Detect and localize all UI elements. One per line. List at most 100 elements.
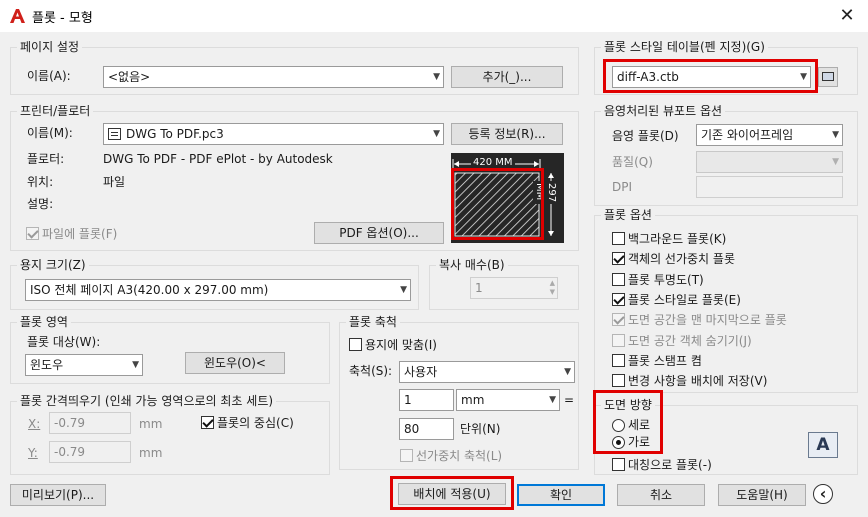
quality-select: ▼ (696, 151, 843, 173)
offset-y-input[interactable] (49, 441, 131, 463)
plot-what-label: 플롯 대상(W): (27, 335, 101, 349)
scale-value-input[interactable] (399, 389, 454, 411)
plot-scale-title: 플롯 축척 (346, 314, 400, 330)
shade-plot-label: 음영 플롯(D) (612, 129, 679, 143)
center-plot-label: 플롯의 중심(C) (217, 416, 294, 430)
chevron-down-icon: ▼ (564, 367, 571, 377)
title-bar (0, 0, 868, 32)
plotter-label: 플로터: (27, 152, 65, 166)
add-page-setup-button[interactable]: 추가(_)... (451, 66, 563, 88)
scale-select[interactable]: 사용자 ▼ (399, 361, 575, 383)
location-label: 위치: (27, 175, 54, 189)
page-setup-name-select[interactable]: <없음> ▼ (103, 66, 444, 88)
copies-title: 복사 매수(B) (436, 257, 508, 273)
preview-button[interactable]: 미리보기(P)... (10, 484, 106, 506)
fit-to-paper-checkbox[interactable] (349, 338, 362, 351)
center-plot-checkbox[interactable] (201, 416, 214, 429)
location-value: 파일 (103, 175, 126, 189)
plot-option-checkbox[interactable] (612, 272, 625, 286)
plot-option-checkbox[interactable] (612, 374, 625, 388)
page-setup-name-label: 이름(A): (27, 69, 71, 83)
plot-offset-title: 플롯 간격띄우기 (인쇄 가능 영역으로의 최초 세트) (17, 393, 277, 409)
offset-x-label: X: (28, 417, 41, 431)
plot-option-label: 도면 공간 객체 숨기기(J) (628, 333, 752, 348)
paper-preview: 420 MM 297 MM (451, 153, 564, 243)
printer-name-label: 이름(M): (27, 126, 73, 140)
fit-to-paper-label: 용지에 맞춤(I) (365, 338, 437, 352)
plot-style-table-title: 플롯 스타일 테이블(펜 지정)(G) (601, 39, 768, 55)
page-setup-title: 페이지 설정 (17, 39, 83, 55)
orientation-preview-icon: A (808, 432, 838, 458)
chevron-down-icon: ▼ (132, 360, 139, 370)
description-label: 설명: (27, 197, 54, 211)
portrait-radio[interactable] (612, 419, 625, 432)
collapse-options-icon[interactable]: ‹ (813, 484, 833, 504)
ok-button[interactable]: 확인 (517, 484, 605, 506)
shade-plot-select[interactable]: 기존 와이어프레임 ▼ (696, 124, 843, 146)
printer-name-select[interactable]: DWG To PDF.pc3 ▼ (103, 123, 444, 145)
scale-unit-select[interactable]: mm ▼ (456, 389, 560, 411)
scale-label: 축척(S): (349, 364, 393, 378)
printer-icon (108, 128, 121, 140)
quality-label: 품질(Q) (612, 155, 653, 169)
plot-option-label: 백그라운드 플롯(K) (628, 232, 727, 246)
scale-lineweights-checkbox (400, 449, 413, 462)
offset-x-input[interactable] (49, 412, 131, 434)
scale-units-label: 단위(N) (460, 422, 501, 436)
cancel-button[interactable]: 취소 (617, 484, 705, 506)
plotter-value: DWG To PDF - PDF ePlot - by Autodesk (103, 152, 333, 166)
plot-what-select[interactable]: 윈도우 ▼ (25, 354, 143, 376)
apply-to-layout-button[interactable]: 배치에 적용(U) (398, 483, 506, 505)
plot-style-edit-icon (822, 72, 834, 81)
help-button[interactable]: 도움말(H) (718, 484, 806, 506)
paper-size-select[interactable]: ISO 전체 페이지 A3(420.00 x 297.00 mm) ▼ (25, 279, 411, 301)
pdf-options-button[interactable]: PDF 옵션(O)... (314, 222, 444, 244)
offset-x-unit: mm (139, 417, 163, 431)
paper-width-label: 420 MM (471, 157, 515, 169)
scale-lineweights-label: 선가중치 축척(L) (416, 449, 503, 463)
printer-properties-button[interactable]: 등록 정보(R)... (451, 123, 563, 145)
offset-y-unit: mm (139, 446, 163, 460)
plot-option-label: 플롯 스타일로 플롯(E) (628, 292, 741, 307)
chevron-down-icon: ▼ (433, 72, 440, 82)
plot-style-table-select[interactable]: diff-A3.ctb ▼ (612, 66, 811, 88)
plot-option-checkbox (612, 333, 625, 347)
scale-units-input[interactable] (399, 418, 454, 440)
window-title: 플롯 - 모형 (32, 11, 93, 26)
plot-option-checkbox[interactable] (612, 232, 625, 245)
plot-upside-down-label: 대칭으로 플롯(-) (628, 458, 712, 472)
plot-option-checkbox[interactable] (612, 252, 625, 266)
copies-input[interactable]: 1 ▲ ▼ (470, 277, 558, 299)
chevron-down-icon: ▼ (549, 395, 556, 405)
landscape-radio[interactable] (612, 436, 625, 449)
portrait-label: 세로 (628, 418, 651, 432)
chevron-down-icon: ▼ (832, 157, 839, 167)
shaded-viewport-title: 음영처리된 뷰포트 옵션 (601, 103, 726, 119)
plot-option-label: 변경 사항을 배치에 저장(V) (628, 374, 768, 389)
chevron-down-icon: ▼ (832, 130, 839, 140)
spinner-icon: ▲ ▼ (549, 279, 555, 296)
edit-plot-style-button[interactable] (818, 67, 838, 87)
plot-options-title: 플롯 옵션 (601, 207, 655, 223)
orientation-title: 도면 방향 (601, 397, 655, 413)
chevron-down-icon: ▼ (400, 285, 407, 295)
paper-height-label: 297 MM (533, 181, 557, 205)
landscape-label: 가로 (628, 435, 651, 449)
plot-area-title: 플롯 영역 (17, 314, 71, 330)
scale-equals: = (564, 393, 575, 407)
dpi-input (696, 176, 843, 198)
chevron-down-icon: ▼ (800, 72, 807, 82)
chevron-down-icon: ▼ (433, 129, 440, 139)
plot-option-checkbox[interactable] (612, 292, 625, 306)
plot-option-label: 도면 공간을 맨 마지막으로 플롯 (628, 313, 787, 328)
window-pick-button[interactable]: 윈도우(O)< (185, 352, 285, 374)
close-icon[interactable]: ✕ (836, 5, 858, 27)
plot-upside-down-checkbox[interactable] (612, 458, 625, 471)
plot-to-file-checkbox (26, 227, 39, 240)
dpi-label: DPI (612, 180, 633, 194)
plot-option-checkbox (612, 313, 625, 327)
printer-plotter-title: 프린터/플로터 (17, 103, 94, 119)
plot-option-checkbox[interactable] (612, 353, 625, 367)
plot-option-label: 객체의 선가중치 플롯 (628, 252, 735, 267)
plot-option-label: 플롯 투명도(T) (628, 272, 704, 287)
